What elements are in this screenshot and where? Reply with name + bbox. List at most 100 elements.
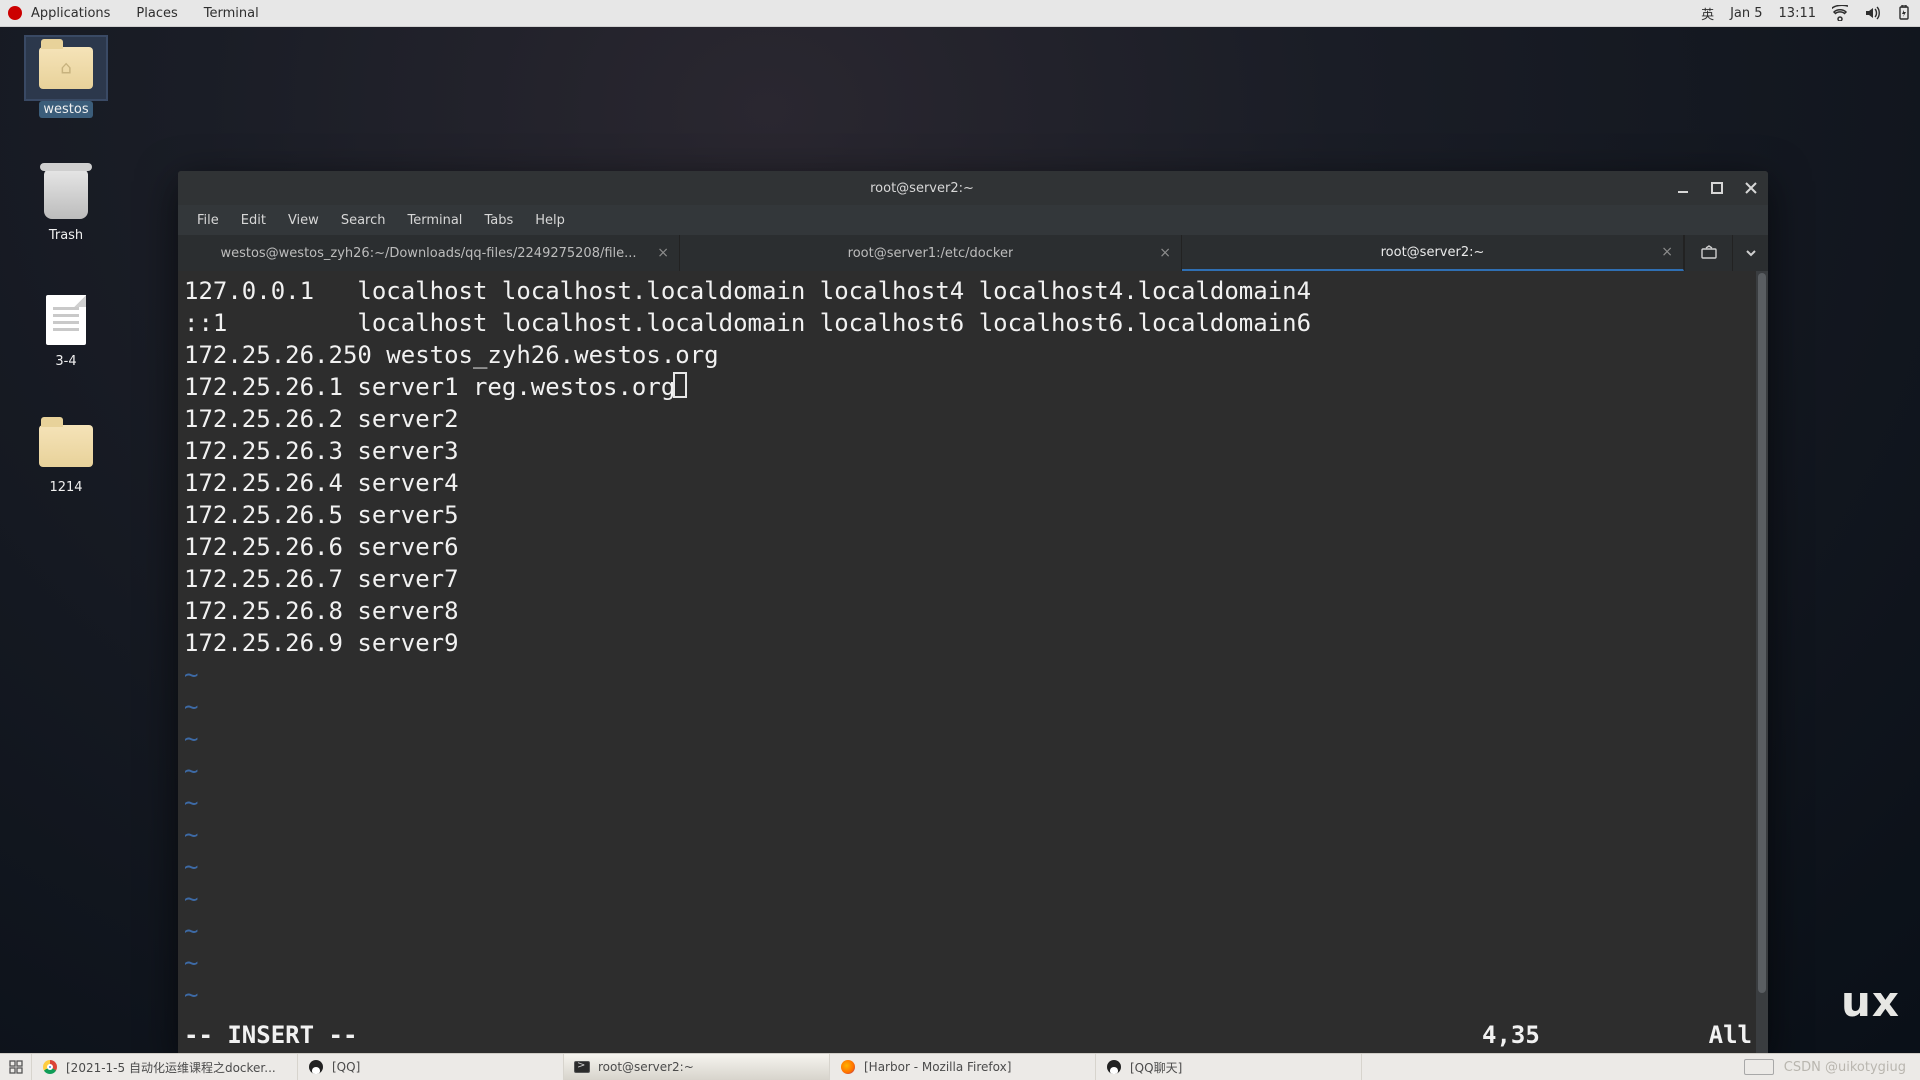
vim-tilde: ~ bbox=[184, 979, 1762, 1011]
menu-search[interactable]: Search bbox=[332, 210, 395, 231]
background-text: ux bbox=[1841, 977, 1900, 1026]
task-label: [QQ聊天] bbox=[1130, 1059, 1182, 1076]
terminal-viewport[interactable]: 127.0.0.1 localhost localhost.localdomai… bbox=[178, 271, 1768, 1057]
terminal-scrollbar[interactable] bbox=[1756, 271, 1768, 1057]
tab-label: root@server1:/etc/docker bbox=[848, 246, 1014, 261]
text-cursor bbox=[673, 372, 687, 398]
distro-logo-icon bbox=[8, 6, 22, 20]
tab-close-icon[interactable]: × bbox=[657, 245, 669, 261]
task-qqchat[interactable]: [QQ聊天] bbox=[1096, 1054, 1362, 1080]
terminal-line: 127.0.0.1 localhost localhost.localdomai… bbox=[184, 275, 1762, 307]
document-icon bbox=[46, 295, 86, 345]
desktop-icon-label: Trash bbox=[49, 228, 83, 243]
vim-tilde: ~ bbox=[184, 755, 1762, 787]
task-label: [2021-1-5 自动化运维课程之docker... bbox=[66, 1059, 276, 1076]
vim-tilde: ~ bbox=[184, 691, 1762, 723]
terminal-line: 172.25.26.3 server3 bbox=[184, 435, 1762, 467]
chrome-icon bbox=[42, 1059, 58, 1075]
panel-time[interactable]: 13:11 bbox=[1779, 6, 1816, 21]
vim-tilde: ~ bbox=[184, 915, 1762, 947]
window-titlebar[interactable]: root@server2:~ bbox=[178, 171, 1768, 205]
vim-tilde: ~ bbox=[184, 883, 1762, 915]
vim-mode: -- INSERT -- bbox=[184, 1019, 1482, 1051]
tab-label: root@server2:~ bbox=[1381, 245, 1485, 260]
task-label: [Harbor - Mozilla Firefox] bbox=[864, 1060, 1011, 1074]
folder-icon bbox=[39, 425, 93, 467]
menu-tabs[interactable]: Tabs bbox=[475, 210, 522, 231]
minimize-button[interactable] bbox=[1666, 171, 1700, 205]
task-label: [QQ] bbox=[332, 1060, 360, 1074]
menu-applications[interactable]: Applications bbox=[31, 6, 110, 21]
terminal-line: 172.25.26.7 server7 bbox=[184, 563, 1762, 595]
terminal-line: 172.25.26.1 server1 reg.westos.org bbox=[184, 371, 1762, 403]
terminal-line: 172.25.26.5 server5 bbox=[184, 499, 1762, 531]
desktop-icon-westos[interactable]: ⌂ westos bbox=[10, 37, 122, 117]
task-firefox[interactable]: [Harbor - Mozilla Firefox] bbox=[830, 1054, 1096, 1080]
vim-statusline: -- INSERT -- 4,35 All bbox=[184, 1019, 1752, 1051]
desktop-icon-trash[interactable]: Trash bbox=[10, 163, 122, 243]
task-chrome[interactable]: [2021-1-5 自动化运维课程之docker... bbox=[32, 1054, 298, 1080]
ime-indicator[interactable]: 英 bbox=[1701, 4, 1714, 23]
window-title: root@server2:~ bbox=[178, 181, 1666, 196]
tab-label: westos@westos_zyh26:~/Downloads/qq-files… bbox=[220, 246, 636, 261]
vim-tilde: ~ bbox=[184, 851, 1762, 883]
menu-view[interactable]: View bbox=[279, 210, 328, 231]
terminal-tab-3[interactable]: root@server2:~ × bbox=[1182, 235, 1684, 271]
menu-file[interactable]: File bbox=[188, 210, 228, 231]
terminal-line: 172.25.26.4 server4 bbox=[184, 467, 1762, 499]
task-qq[interactable]: [QQ] bbox=[298, 1054, 564, 1080]
tab-close-icon[interactable]: × bbox=[1661, 244, 1673, 260]
gnome-top-panel: Applications Places Terminal 英 Jan 5 13:… bbox=[0, 0, 1920, 27]
trash-icon bbox=[44, 169, 88, 219]
wifi-icon[interactable] bbox=[1832, 5, 1848, 21]
desktop-icon-1214[interactable]: 1214 bbox=[10, 415, 122, 495]
broadcast-icon[interactable] bbox=[1684, 235, 1732, 271]
desktop-icon-label: 1214 bbox=[49, 480, 82, 495]
keyboard-indicator-icon[interactable] bbox=[1744, 1059, 1774, 1075]
home-folder-icon: ⌂ bbox=[39, 47, 93, 89]
panel-date[interactable]: Jan 5 bbox=[1730, 6, 1762, 21]
vim-tilde: ~ bbox=[184, 947, 1762, 979]
terminal-tab-2[interactable]: root@server1:/etc/docker × bbox=[680, 235, 1182, 271]
terminal-line: 172.25.26.6 server6 bbox=[184, 531, 1762, 563]
desktop-icon-label: 3-4 bbox=[55, 354, 76, 369]
scrollbar-thumb[interactable] bbox=[1758, 273, 1766, 993]
terminal-icon bbox=[574, 1059, 590, 1075]
vim-tilde: ~ bbox=[184, 787, 1762, 819]
menu-places[interactable]: Places bbox=[136, 6, 177, 21]
vim-tilde: ~ bbox=[184, 659, 1762, 691]
tab-close-icon[interactable]: × bbox=[1159, 245, 1171, 261]
watermark-text: CSDN @uikotygiug bbox=[1784, 1060, 1906, 1075]
system-tray: CSDN @uikotygiug bbox=[1734, 1054, 1920, 1080]
menu-terminal[interactable]: Terminal bbox=[398, 210, 471, 231]
vim-tilde: ~ bbox=[184, 723, 1762, 755]
battery-icon[interactable] bbox=[1896, 5, 1912, 21]
vim-tilde: ~ bbox=[184, 819, 1762, 851]
terminal-window: root@server2:~ File Edit View Search Ter… bbox=[178, 171, 1768, 1057]
menu-help[interactable]: Help bbox=[526, 210, 574, 231]
desktop-icon-label: westos bbox=[39, 101, 92, 118]
terminal-line: ::1 localhost localhost.localdomain loca… bbox=[184, 307, 1762, 339]
terminal-line: 172.25.26.9 server9 bbox=[184, 627, 1762, 659]
vim-cursor-position: 4,35 bbox=[1482, 1019, 1682, 1051]
menu-terminal[interactable]: Terminal bbox=[204, 6, 259, 21]
window-menubar: File Edit View Search Terminal Tabs Help bbox=[178, 205, 1768, 235]
show-desktop-button[interactable] bbox=[0, 1054, 32, 1080]
close-button[interactable] bbox=[1734, 171, 1768, 205]
terminal-tabbar: westos@westos_zyh26:~/Downloads/qq-files… bbox=[178, 235, 1768, 271]
vim-scroll-percent: All bbox=[1682, 1019, 1752, 1051]
volume-icon[interactable] bbox=[1864, 5, 1880, 21]
desktop[interactable]: ux ⌂ westos Trash 3-4 1214 root@server2:… bbox=[0, 27, 1920, 1053]
terminal-tab-1[interactable]: westos@westos_zyh26:~/Downloads/qq-files… bbox=[178, 235, 680, 271]
tab-menu-button[interactable] bbox=[1732, 235, 1768, 271]
firefox-icon bbox=[840, 1059, 856, 1075]
desktop-icon-doc[interactable]: 3-4 bbox=[10, 289, 122, 369]
task-label: root@server2:~ bbox=[598, 1060, 694, 1074]
penguin-icon bbox=[1106, 1059, 1122, 1075]
maximize-button[interactable] bbox=[1700, 171, 1734, 205]
penguin-icon bbox=[308, 1059, 324, 1075]
terminal-line: 172.25.26.2 server2 bbox=[184, 403, 1762, 435]
terminal-line: 172.25.26.250 westos_zyh26.westos.org bbox=[184, 339, 1762, 371]
task-terminal[interactable]: root@server2:~ bbox=[564, 1054, 830, 1080]
menu-edit[interactable]: Edit bbox=[232, 210, 275, 231]
